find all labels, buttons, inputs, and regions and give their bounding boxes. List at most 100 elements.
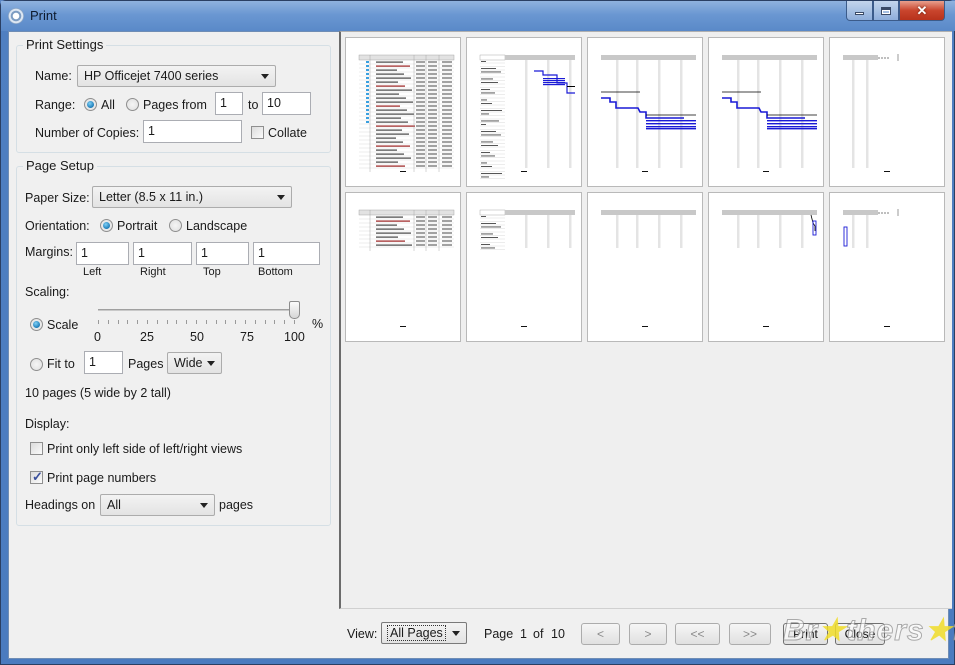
margin-left-input[interactable]: 1 (76, 242, 129, 265)
page-number-mark (642, 325, 648, 327)
fit-direction-select[interactable]: Wide (167, 352, 222, 374)
scale-slider-thumb[interactable] (289, 301, 300, 319)
preview-page-3[interactable] (587, 37, 703, 187)
page-number-mark (884, 170, 890, 172)
printer-select[interactable]: HP Officejet 7400 series (77, 65, 276, 87)
orientation-label: Orientation: (25, 219, 90, 233)
copies-input[interactable]: 1 (143, 120, 242, 143)
page-thumbnail-graphic (722, 55, 817, 168)
slider-tick (254, 320, 256, 324)
range-pages-radio[interactable] (126, 98, 139, 111)
first-page-button[interactable]: << (675, 623, 720, 645)
portrait-radio[interactable] (100, 219, 113, 232)
margin-top-input[interactable]: 1 (196, 242, 249, 265)
chevron-down-icon (207, 361, 215, 366)
maximize-icon (881, 6, 891, 15)
print-settings-legend: Print Settings (23, 37, 107, 52)
paper-size-label: Paper Size: (25, 191, 90, 205)
chevron-down-icon (277, 195, 285, 200)
page-number-mark (642, 170, 648, 172)
total-pages: 10 (551, 627, 565, 641)
headings-suffix: pages (219, 498, 254, 512)
view-select-value: All Pages (387, 625, 446, 641)
range-from-input[interactable]: 1 (215, 92, 243, 115)
title-bar[interactable]: Print ✕ (1, 1, 955, 31)
range-all-radio[interactable] (84, 98, 97, 111)
preview-page-5[interactable] (829, 37, 945, 187)
margins-label: Margins: (25, 245, 73, 259)
slider-tick (205, 320, 207, 324)
headings-select[interactable]: All (100, 494, 215, 516)
chevron-down-icon (261, 74, 269, 79)
page-numbers-label: Print page numbers (47, 471, 157, 485)
minimize-button[interactable] (846, 1, 873, 21)
preview-page-8[interactable] (587, 192, 703, 342)
page-thumbnail-graphic (358, 209, 455, 251)
page-thumbnail-graphic (358, 54, 455, 172)
view-select[interactable]: All Pages (381, 622, 467, 644)
minimize-icon (855, 12, 864, 15)
preview-page-4[interactable] (708, 37, 824, 187)
printer-select-value: HP Officejet 7400 series (84, 69, 219, 83)
fit-to-radio[interactable] (30, 358, 43, 371)
preview-page-7[interactable] (466, 192, 582, 342)
last-page-button[interactable]: >> (729, 623, 771, 645)
close-window-button[interactable]: ✕ (899, 1, 945, 21)
page-thumbnail-graphic (843, 54, 899, 168)
page-thumbnail-graphic (722, 210, 817, 248)
close-icon: ✕ (916, 2, 928, 18)
of-label: of (533, 627, 544, 641)
page-number-mark (763, 325, 769, 327)
slider-tick (274, 320, 276, 324)
collate-checkbox[interactable] (251, 126, 264, 139)
slider-tick (137, 320, 139, 324)
left-side-only-checkbox[interactable] (30, 442, 43, 455)
range-to-label: to (248, 98, 259, 112)
scale-tick-label-25: 25 (140, 330, 154, 344)
page-number-mark (400, 170, 406, 172)
preview-page-6[interactable] (345, 192, 461, 342)
range-to-input[interactable]: 10 (262, 92, 311, 115)
scale-slider-track[interactable] (98, 309, 295, 311)
range-pages-label: Pages from (143, 98, 207, 112)
print-button[interactable]: Print (783, 623, 828, 645)
next-page-button[interactable]: > (629, 623, 667, 645)
margin-right-caption: Right (140, 266, 166, 278)
chevron-down-icon (452, 631, 460, 636)
preview-page-1[interactable] (345, 37, 461, 187)
page-thumbnail-graphic (843, 209, 899, 248)
headings-value: All (107, 498, 121, 512)
page-number-mark (884, 325, 890, 327)
copies-label: Number of Copies: (35, 126, 140, 140)
current-page: 1 (520, 627, 527, 641)
prev-page-button[interactable]: < (581, 623, 620, 645)
margin-bottom-input[interactable]: 1 (253, 242, 320, 265)
scaling-label: Scaling: (25, 285, 70, 299)
scale-label: Scale (47, 318, 79, 332)
headings-label: Headings on (25, 498, 96, 512)
slider-tick (284, 320, 286, 324)
slider-tick (215, 320, 217, 324)
paper-size-select[interactable]: Letter (8.5 x 11 in.) (92, 186, 292, 208)
chevron-down-icon (200, 503, 208, 508)
margin-right-input[interactable]: 1 (133, 242, 192, 265)
slider-tick (235, 320, 237, 324)
maximize-button[interactable] (873, 1, 899, 21)
landscape-radio[interactable] (169, 219, 182, 232)
page-preview-area[interactable] (339, 31, 952, 609)
view-label: View: (347, 627, 378, 641)
slider-tick (186, 320, 188, 324)
range-label: Range: (35, 98, 76, 112)
close-button[interactable]: Close (835, 623, 885, 645)
scale-tick-label-100: 100 (284, 330, 305, 344)
page-numbers-checkbox[interactable] (30, 469, 43, 485)
fit-pages-label: Pages (128, 357, 164, 371)
preview-page-9[interactable] (708, 192, 824, 342)
page-thumbnail-graphic (601, 210, 696, 248)
scale-radio[interactable] (30, 318, 43, 331)
fit-to-input[interactable]: 1 (84, 351, 123, 374)
preview-page-10[interactable] (829, 192, 945, 342)
preview-page-2[interactable] (466, 37, 582, 187)
slider-tick (166, 320, 168, 324)
collate-label: Collate (268, 126, 307, 140)
